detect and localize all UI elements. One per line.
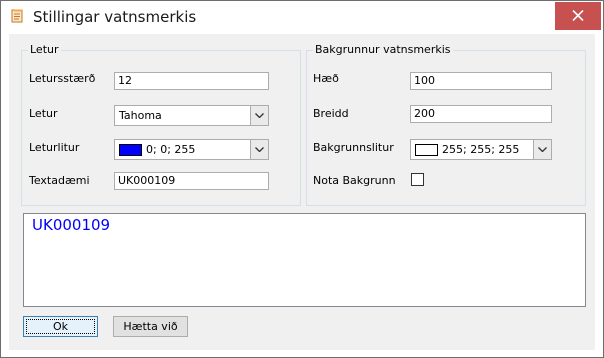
height-label: Hæð: [313, 72, 339, 85]
background-color-label: Bakgrunnslitur: [313, 141, 394, 154]
font-group: Letur Letursstærð 12 Letur Tahoma Leturl…: [21, 43, 301, 206]
font-label: Letur: [29, 107, 58, 120]
use-background-checkbox[interactable]: [411, 173, 424, 186]
font-select-value: Tahoma: [119, 109, 162, 122]
background-group-title: Bakgrunnur vatnsmerkis: [313, 43, 453, 56]
width-input[interactable]: 200: [410, 105, 552, 123]
preview-text: UK000109: [32, 216, 111, 234]
window-title: Stillingar vatnsmerkis: [33, 8, 197, 26]
chevron-down-icon[interactable]: [250, 106, 268, 125]
background-group: Bakgrunnur vatnsmerkis Hæð 100 Breidd 20…: [306, 43, 586, 206]
preview-area: UK000109: [23, 213, 586, 307]
background-color-swatch: [415, 144, 438, 156]
font-size-input[interactable]: 12: [114, 72, 269, 90]
close-button[interactable]: [555, 2, 601, 30]
font-color-select[interactable]: 0; 0; 255: [114, 139, 269, 160]
width-label: Breidd: [313, 107, 349, 120]
font-color-swatch: [119, 144, 142, 156]
font-select[interactable]: Tahoma: [114, 105, 269, 126]
dialog-window: Stillingar vatnsmerkis Letur Letursstærð…: [0, 0, 604, 358]
chevron-down-icon[interactable]: [533, 140, 551, 159]
font-color-label: Leturlitur: [29, 141, 80, 154]
dialog-body: Letur Letursstærð 12 Letur Tahoma Leturl…: [9, 34, 595, 350]
font-size-label: Letursstærð: [29, 72, 96, 85]
sample-text-label: Textadæmi: [29, 174, 90, 187]
document-icon: [11, 9, 24, 24]
height-input[interactable]: 100: [410, 72, 552, 90]
use-background-label: Nota Bakgrunn: [313, 174, 396, 187]
ok-button[interactable]: Ok: [23, 316, 98, 337]
cancel-button-label: Hætta við: [123, 320, 178, 333]
font-color-value: 0; 0; 255: [146, 143, 196, 156]
title-bar[interactable]: Stillingar vatnsmerkis: [1, 1, 603, 34]
background-color-select[interactable]: 255; 255; 255: [410, 139, 552, 160]
background-color-value: 255; 255; 255: [442, 143, 520, 156]
font-group-title: Letur: [28, 43, 61, 56]
cancel-button[interactable]: Hætta við: [113, 316, 188, 337]
chevron-down-icon[interactable]: [250, 140, 268, 159]
sample-text-input[interactable]: UK000109: [114, 172, 269, 190]
focus-rectangle: [26, 319, 95, 334]
